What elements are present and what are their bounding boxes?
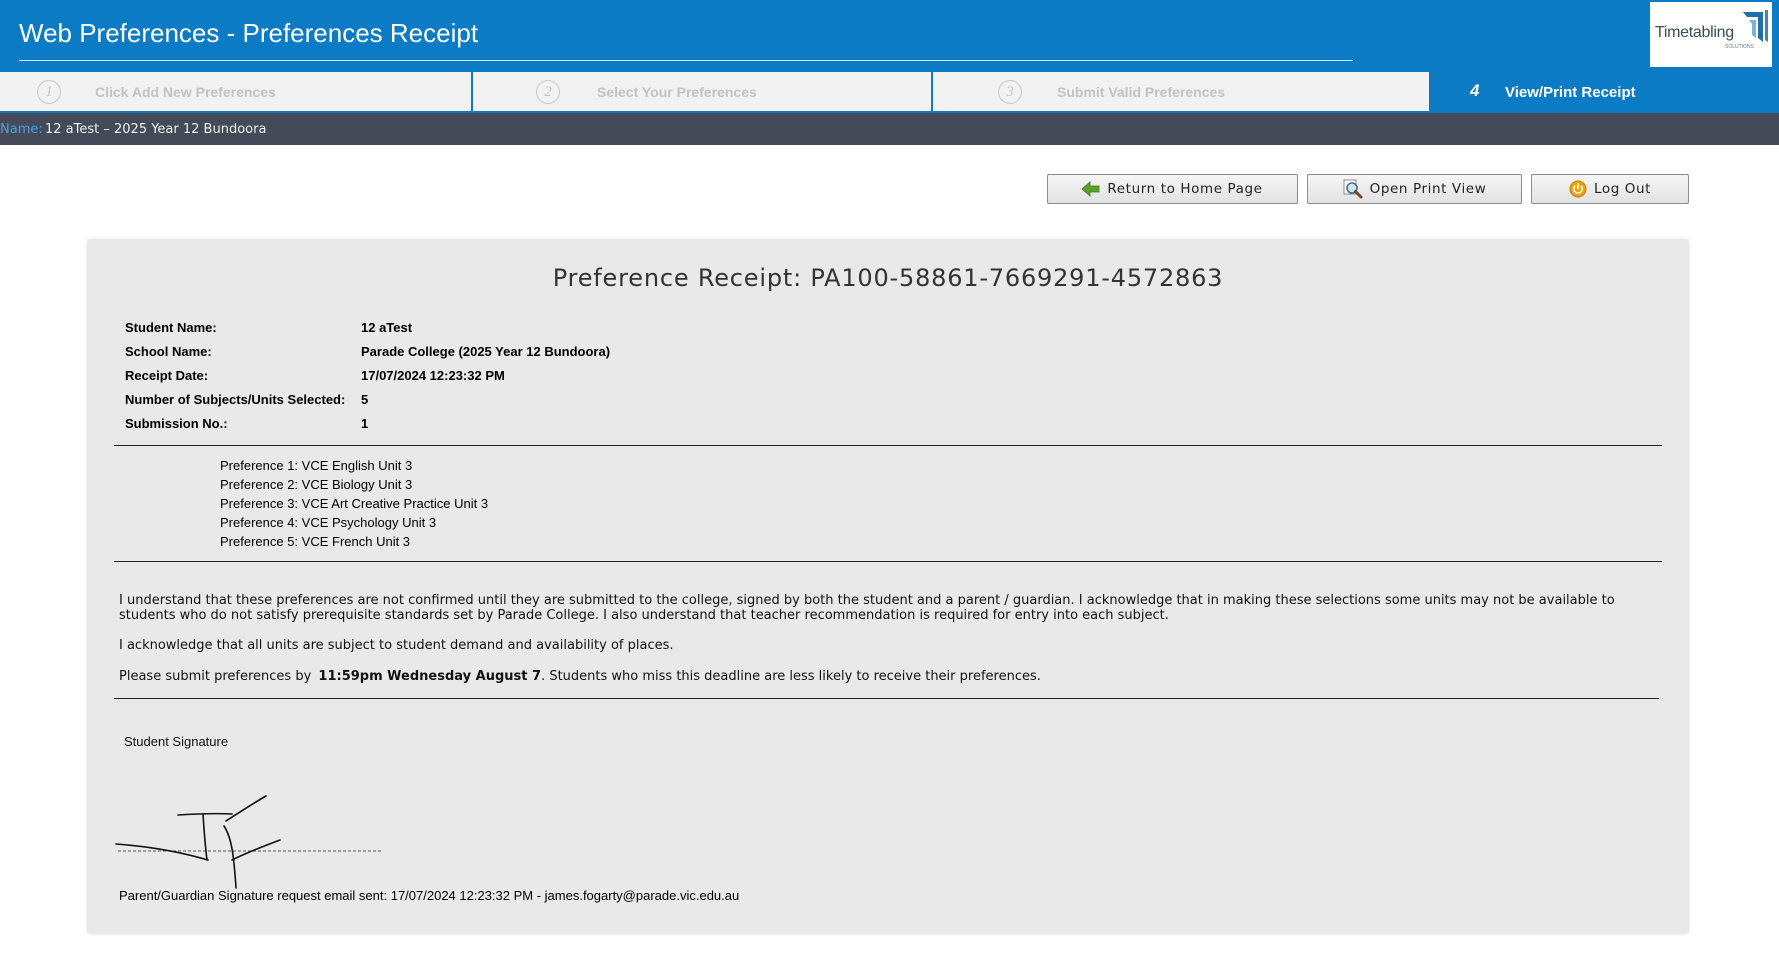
subjects-count-label: Number of Subjects/Units Selected:: [125, 392, 346, 407]
guardian-email-status: Parent/Guardian Signature request email …: [119, 888, 740, 903]
magnifier-icon: [1343, 179, 1363, 199]
terms-paragraph-2: I acknowledge that all units are subject…: [119, 638, 674, 653]
step-progress-bar: 1 Click Add New Preferences 2 Select You…: [0, 72, 1779, 113]
deadline-paragraph: Please submit preferences by 11:59pm Wed…: [119, 669, 1659, 684]
step-1-label: Click Add New Preferences: [95, 84, 276, 100]
step-3: 3 Submit Valid Preferences: [933, 72, 1409, 111]
receipt-panel: Preference Receipt: PA100-58861-7669291-…: [88, 240, 1688, 933]
student-name-value: 12 aTest: [361, 320, 413, 335]
logo-mark-icon: [1743, 10, 1768, 42]
preference-2: Preference 2: VCE Biology Unit 3: [220, 477, 413, 492]
log-out-button[interactable]: Log Out: [1531, 174, 1689, 204]
name-label: Name:: [0, 122, 43, 137]
step-2-label: Select Your Preferences: [597, 84, 757, 100]
return-home-label: Return to Home Page: [1107, 181, 1263, 197]
name-value: 12 aTest – 2025 Year 12 Bundoora: [45, 122, 267, 137]
submission-no-value: 1: [361, 416, 369, 431]
step-4-number: 4: [1470, 81, 1480, 100]
step-1-number: 1: [37, 80, 61, 104]
receipt-title: Preference Receipt: PA100-58861-7669291-…: [552, 264, 1224, 292]
open-print-view-label: Open Print View: [1369, 181, 1487, 197]
subjects-count-value: 5: [361, 392, 369, 407]
log-out-label: Log Out: [1593, 181, 1652, 197]
school-name-value: Parade College (2025 Year 12 Bundoora): [361, 344, 611, 359]
deadline-date: 11:59pm Wednesday August 7: [318, 669, 542, 684]
return-home-button[interactable]: Return to Home Page: [1047, 174, 1298, 204]
step-4-label: View/Print Receipt: [1505, 84, 1636, 101]
student-signature-image: [115, 795, 382, 889]
page-title: Web Preferences - Preferences Receipt: [19, 18, 479, 48]
preference-5: Preference 5: VCE French Unit 3: [220, 534, 411, 549]
step-1: 1 Click Add New Preferences: [0, 72, 471, 111]
deadline-prefix: Please submit preferences by: [119, 669, 316, 684]
step-2: 2 Select Your Preferences: [473, 72, 931, 111]
divider-1: [114, 445, 1662, 446]
student-signature-label: Student Signature: [124, 734, 229, 749]
timetabling-logo: Timetabling SOLUTIONS: [1650, 2, 1772, 67]
step-3-number: 3: [998, 80, 1022, 104]
receipt-date-label: Receipt Date:: [125, 368, 209, 383]
arrow-left-icon: [1082, 181, 1100, 197]
student-name-bar: Name: 12 aTest – 2025 Year 12 Bundoora: [0, 113, 1779, 145]
divider-3: [114, 698, 1659, 699]
step-2-number: 2: [536, 80, 560, 104]
divider-2: [114, 561, 1662, 562]
student-name-label: Student Name:: [125, 320, 217, 335]
preference-4: Preference 4: VCE Psychology Unit 3: [220, 515, 437, 530]
power-icon: [1569, 180, 1587, 198]
logo-text: Timetabling: [1655, 24, 1734, 41]
school-name-label: School Name:: [125, 344, 212, 359]
deadline-suffix: . Students who miss this deadline are le…: [541, 669, 1041, 684]
active-step-chevron: [1409, 72, 1449, 113]
step-3-label: Submit Valid Preferences: [1057, 84, 1226, 100]
app-header: Web Preferences - Preferences Receipt Ti…: [0, 0, 1779, 72]
open-print-view-button[interactable]: Open Print View: [1307, 174, 1522, 204]
terms-paragraph-1: I understand that these preferences are …: [119, 593, 1615, 623]
preference-3: Preference 3: VCE Art Creative Practice …: [220, 496, 489, 511]
preference-1: Preference 1: VCE English Unit 3: [220, 458, 413, 473]
receipt-date-value: 17/07/2024 12:23:32 PM: [361, 368, 505, 383]
header-divider: [19, 60, 1353, 61]
logo-subtext: SOLUTIONS: [1725, 44, 1754, 50]
submission-no-label: Submission No.:: [125, 416, 228, 431]
